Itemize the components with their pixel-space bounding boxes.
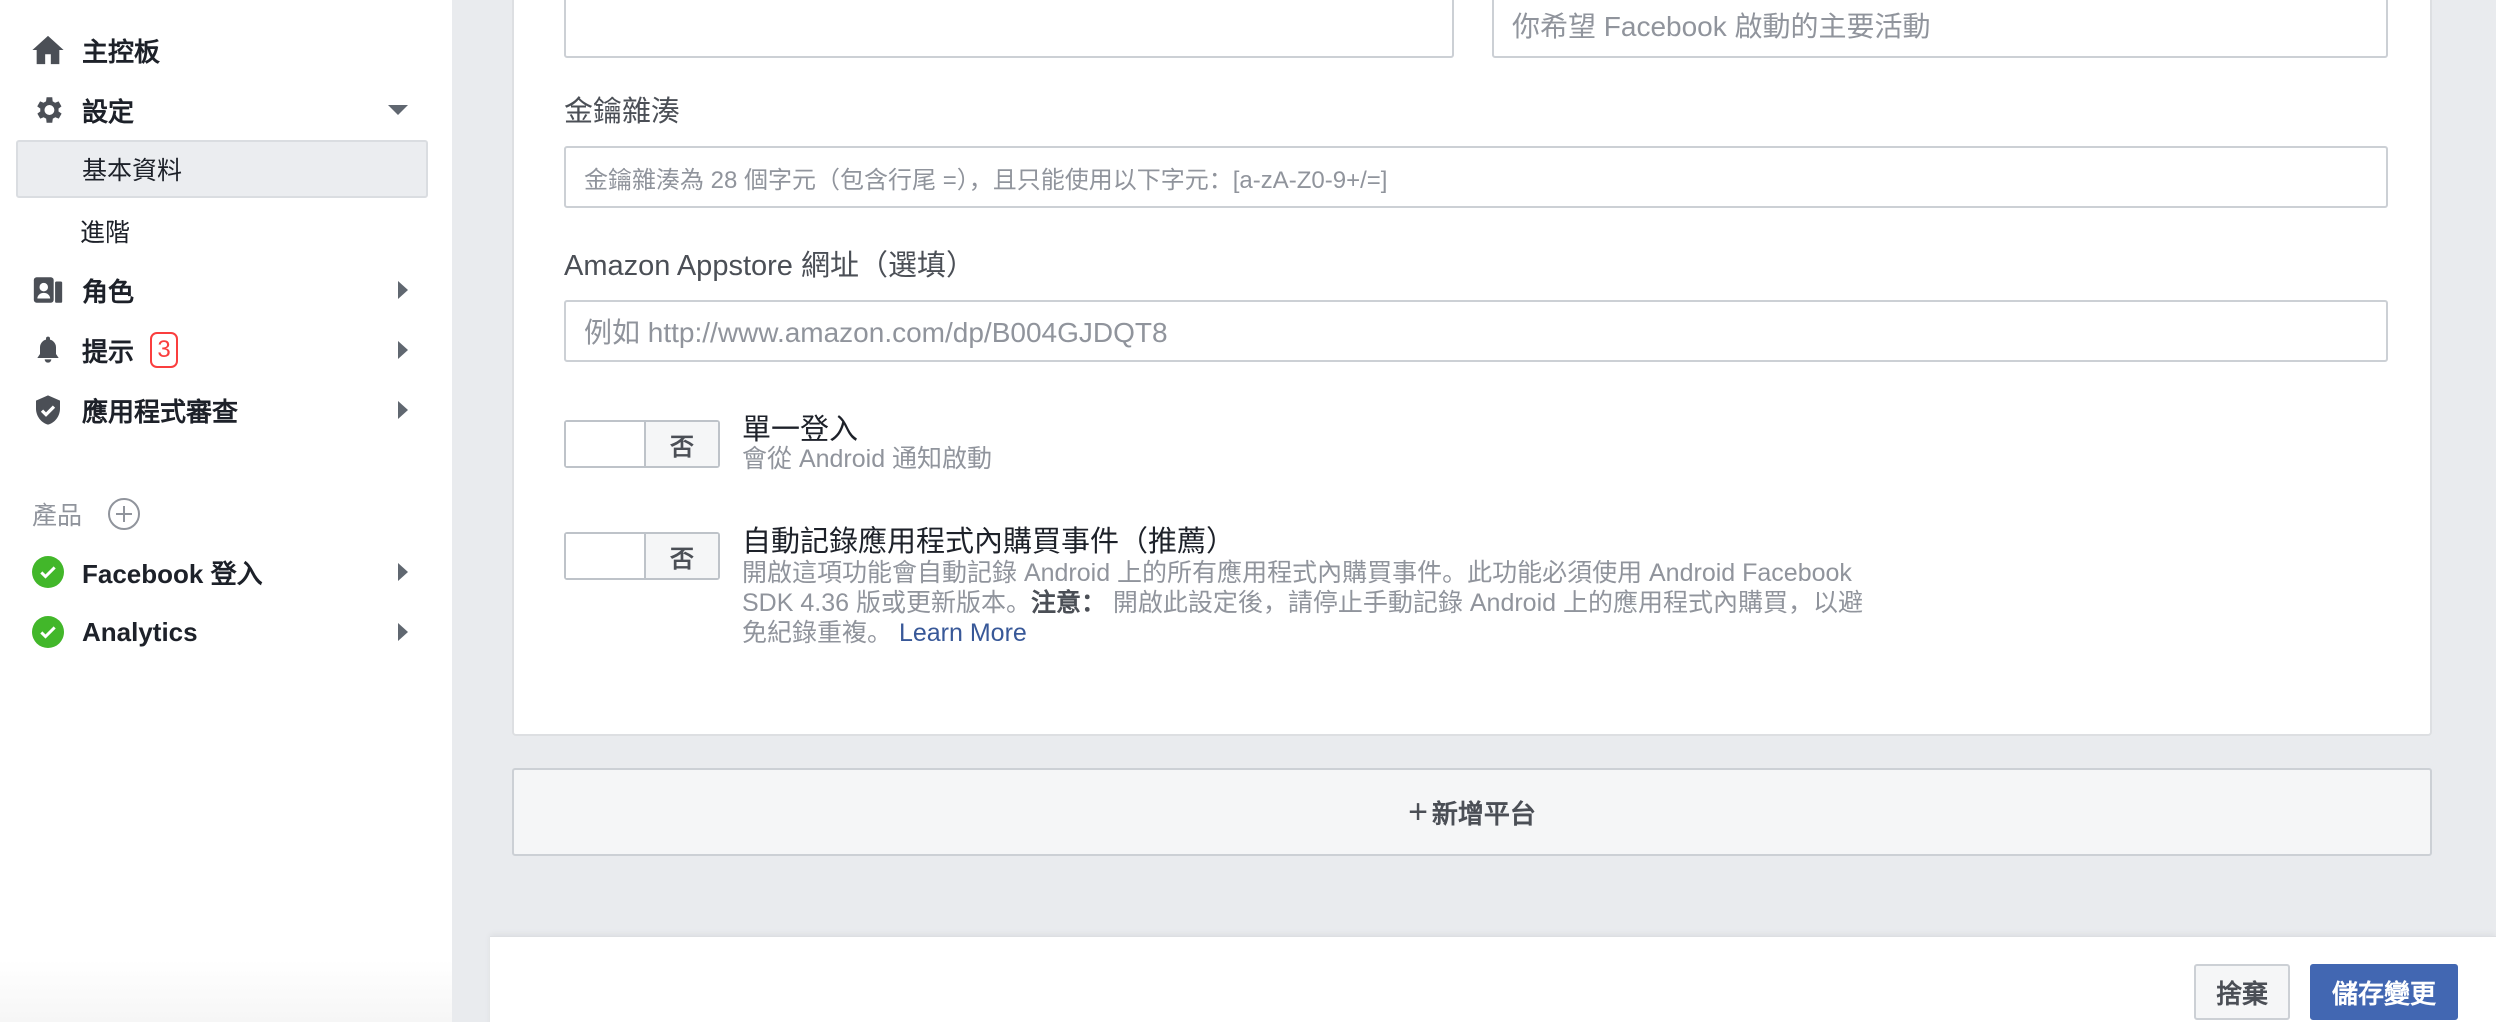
check-circle-icon (28, 612, 68, 652)
auto-log-purchases-desc: 開啟這項功能會自動記錄 Android 上的所有應用程式內購買事件。此功能必須使… (742, 558, 1942, 648)
bell-icon (28, 330, 68, 370)
sidebar-subitem-label: 基本資料 (82, 157, 183, 185)
sidebar-subitem-advanced[interactable]: 進階 (16, 202, 428, 260)
sidebar-fade (0, 960, 452, 1022)
chevron-right-icon (398, 401, 408, 419)
single-sign-on-toggle[interactable]: 否 (564, 420, 720, 468)
auto-log-purchases-title: 自動記錄應用程式內購買事件（推薦） (742, 526, 1236, 558)
key-hash-label: 金鑰雜湊 (564, 96, 681, 128)
toggle-off-area (566, 422, 644, 466)
sidebar-item-label: 提示 (82, 336, 135, 367)
sidebar-item-label: 角色 (82, 276, 135, 307)
sidebar-item-label: Analytics (82, 616, 198, 647)
single-sign-on-title: 單一登入 (742, 414, 859, 446)
shield-check-icon (28, 390, 68, 430)
sidebar-item-facebook-login[interactable]: Facebook 登入 (16, 546, 428, 598)
learn-more-link[interactable]: Learn More (899, 619, 1027, 647)
chevron-right-icon (398, 341, 408, 359)
add-product-icon[interactable] (108, 498, 141, 530)
save-changes-button[interactable]: 儲存變更 (2310, 964, 2458, 1020)
chevron-down-icon (388, 105, 408, 115)
amazon-url-field[interactable]: 例如 http://www.amazon.com/dp/B004GJDQT8 (564, 300, 2388, 362)
desc-line-2: SDK 4.36 版或更新版本。注意： 開啟此設定後，請停止手動記錄 Andro… (742, 588, 1942, 618)
desc-text: 開啟此設定後，請停止手動記錄 Android 上的應用程式內購買，以避 (1105, 589, 1863, 617)
top-left-field[interactable] (564, 0, 1454, 58)
desc-note: 注意： (1030, 589, 1106, 617)
home-icon (28, 30, 68, 70)
products-section-label: 產品 (32, 494, 141, 534)
amazon-url-label: Amazon Appstore 網址（選填） (564, 250, 975, 282)
sidebar-item-label: 主控板 (82, 36, 161, 67)
sidebar-item-label: 設定 (82, 96, 135, 127)
sidebar-item-alerts[interactable]: 提示 3 (16, 324, 428, 376)
sidebar-item-app-review[interactable]: 應用程式審查 (16, 384, 428, 436)
desc-line-1: 開啟這項功能會自動記錄 Android 上的所有應用程式內購買事件。此功能必須使… (742, 559, 1852, 587)
android-platform-card: 你希望 Facebook 啟動的主要活動 金鑰雜湊 金鑰雜湊為 28 個字元（包… (512, 0, 2432, 736)
sidebar-item-settings[interactable]: 設定 (16, 84, 428, 136)
sidebar-item-label: 應用程式審查 (82, 396, 239, 427)
chevron-right-icon (398, 623, 408, 641)
gear-icon (28, 90, 68, 130)
roles-icon (28, 270, 68, 310)
add-platform-button[interactable]: + 新增平台 (512, 768, 2432, 856)
discard-button[interactable]: 捨棄 (2194, 964, 2290, 1020)
sidebar-subitem-basic[interactable]: 基本資料 (16, 140, 428, 198)
check-circle-icon (28, 552, 68, 592)
add-platform-label: 新增平台 (1431, 798, 1536, 829)
single-sign-on-desc: 會從 Android 通知啟動 (742, 445, 993, 473)
key-hash-field[interactable]: 金鑰雜湊為 28 個字元（包含行尾 =），且只能使用以下字元：[a-zA-Z0-… (564, 146, 2388, 208)
plus-icon: + (1408, 792, 1428, 831)
sidebar-item-label: Facebook 登入 (82, 558, 263, 589)
toggle-state-label: 否 (644, 534, 718, 578)
toggle-state-label: 否 (644, 422, 718, 466)
sidebar-item-roles[interactable]: 角色 (16, 264, 428, 316)
desc-text: SDK 4.36 版或更新版本。 (742, 589, 1031, 617)
desc-text: 免紀錄重複。 (742, 619, 893, 647)
products-label: 產品 (32, 502, 83, 530)
main-activity-field[interactable]: 你希望 Facebook 啟動的主要活動 (1492, 0, 2388, 58)
toggle-off-area (566, 534, 644, 578)
alerts-count-badge: 3 (150, 332, 179, 368)
sidebar-item-dashboard[interactable]: 主控板 (16, 24, 428, 76)
auto-log-purchases-toggle[interactable]: 否 (564, 532, 720, 580)
sidebar-item-analytics[interactable]: Analytics (16, 606, 428, 658)
chevron-right-icon (398, 563, 408, 581)
sidebar: 主控板 設定 基本資料 進階 角色 提示 3 應用程式審查 產品 Faceboo… (0, 0, 452, 1022)
desc-line-3: 免紀錄重複。 Learn More (742, 618, 1942, 648)
chevron-right-icon (398, 281, 408, 299)
sidebar-subitem-label: 進階 (80, 219, 131, 247)
